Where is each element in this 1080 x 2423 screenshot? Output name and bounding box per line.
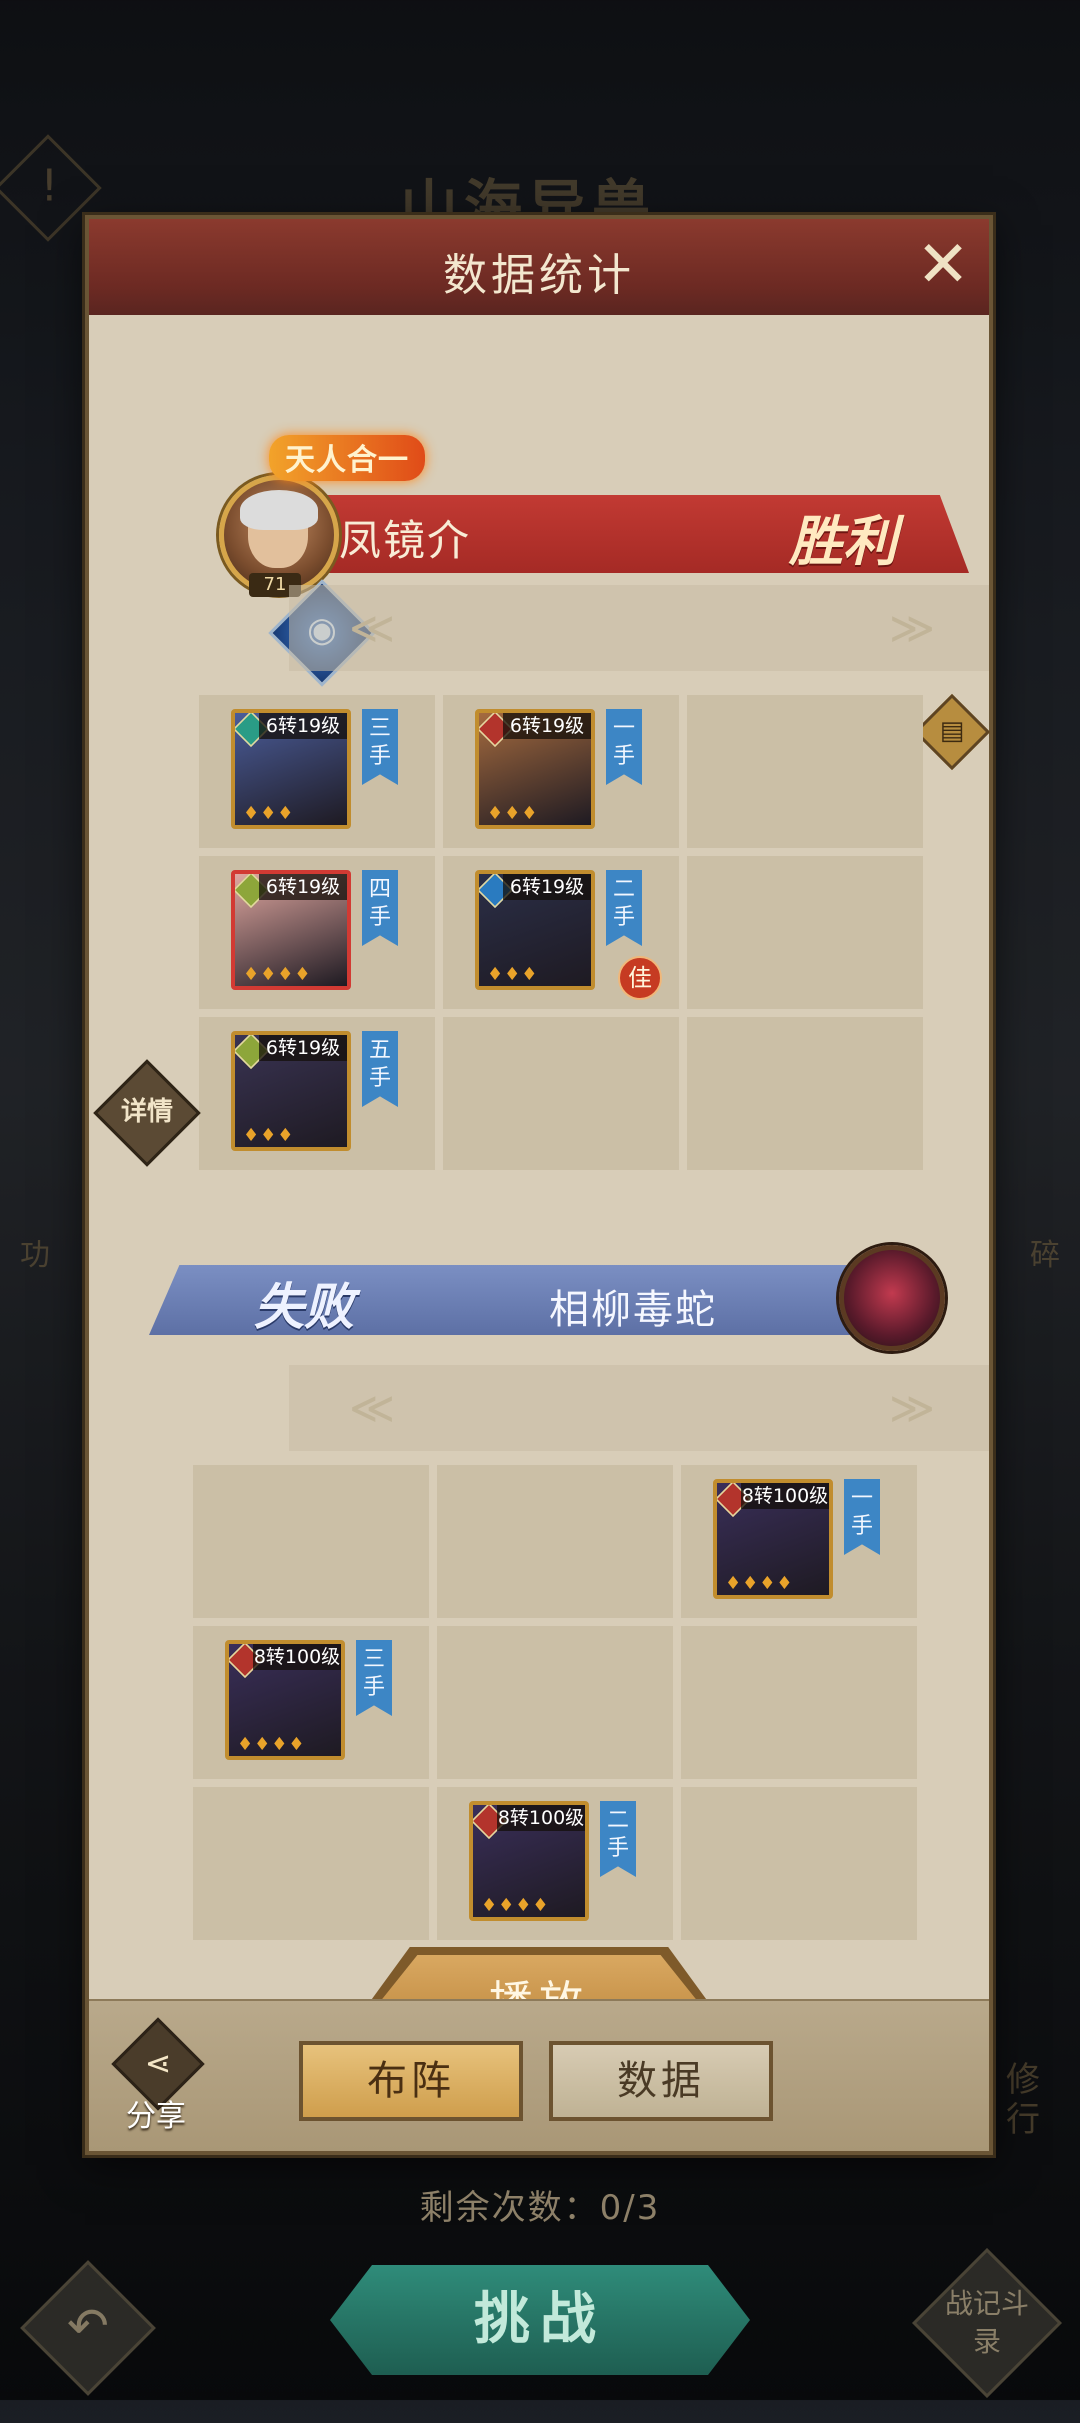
loser-unit-card[interactable]: 8转100级 ♦♦♦♦ xyxy=(225,1640,345,1760)
modal-body: 71 天人合一 凤镜介 胜利 ◉ ≪≫ ▤ 6转19级♦♦♦三手6转19级♦♦♦… xyxy=(89,315,991,2059)
winner-name: 凤镜介 xyxy=(339,516,472,565)
loser-name: 相柳毒蛇 xyxy=(549,1287,717,1333)
loser-slot-5[interactable] xyxy=(437,1626,673,1779)
turn-order-tag: 一手 xyxy=(844,1479,880,1555)
loser-slot-7[interactable] xyxy=(193,1787,429,1940)
loser-slot-2[interactable] xyxy=(437,1465,673,1618)
unit-level: 8转100级 xyxy=(741,1483,829,1509)
turn-order-tag: 二手 xyxy=(606,870,642,946)
turn-order-tag: 三手 xyxy=(356,1640,392,1716)
star-icons: ♦♦♦ xyxy=(487,964,539,985)
turn-order-tag: 三手 xyxy=(362,709,398,785)
winner-slot-8[interactable] xyxy=(443,1017,679,1170)
star-icons: ♦♦♦♦ xyxy=(243,964,312,985)
detail-button[interactable]: 详情 xyxy=(93,1059,201,1167)
close-icon[interactable]: ✕ xyxy=(911,233,975,297)
formation-button[interactable]: 布阵 xyxy=(299,2041,523,2121)
winner-unit-card[interactable]: 6转19级 ♦♦♦ xyxy=(475,870,595,990)
unit-level: 6转19级 xyxy=(503,874,591,900)
winner-slot-6[interactable] xyxy=(687,856,923,1009)
document-icon[interactable]: ▤ xyxy=(913,693,991,771)
modal-header: 数据统计 ✕ xyxy=(89,219,989,318)
loser-slot-1[interactable] xyxy=(193,1465,429,1618)
star-icons: ♦♦♦♦ xyxy=(481,1895,550,1916)
star-icons: ♦♦♦ xyxy=(243,803,295,824)
title-badge: 天人合一 xyxy=(269,435,425,481)
star-icons: ♦♦♦ xyxy=(243,1125,295,1146)
loser-slot-3[interactable]: 8转100级 ♦♦♦♦ 一手 xyxy=(681,1465,917,1618)
winner-formation-grid: 6转19级 ♦♦♦ 三手 6转19级 ♦♦♦ 一手 6转19级 ♦♦♦♦ 四手 6转19级 ♦♦♦ 二… xyxy=(199,695,923,1170)
winner-slot-4[interactable]: 6转19级 ♦♦♦♦ 四手 xyxy=(199,856,435,1009)
winner-slot-3[interactable] xyxy=(687,695,923,848)
winner-slot-1[interactable]: 6转19级 ♦♦♦ 三手 xyxy=(199,695,435,848)
unit-level: 8转100级 xyxy=(497,1805,585,1831)
remaining-attempts: 剩余次数：0/3 xyxy=(419,2188,661,2228)
loser-formation-grid: 8转100级 ♦♦♦♦ 一手 8转100级 ♦♦♦♦ 三手 8转100级 ♦♦♦♦ 二手 xyxy=(193,1465,917,1940)
best-performance-badge: 佳 xyxy=(618,956,662,1000)
loser-unit-card[interactable]: 8转100级 ♦♦♦♦ xyxy=(713,1479,833,1599)
loser-slot-8[interactable]: 8转100级 ♦♦♦♦ 二手 xyxy=(437,1787,673,1940)
avatar-hair xyxy=(240,490,318,530)
turn-order-tag: 二手 xyxy=(600,1801,636,1877)
loser-deco-band: ≪ ≫ xyxy=(289,1365,989,1451)
winner-unit-card[interactable]: 6转19级 ♦♦♦ xyxy=(231,1031,351,1151)
winner-deco-band: ≪ ≫ xyxy=(289,585,989,671)
star-icons: ♦♦♦♦ xyxy=(237,1734,306,1755)
unit-level: 6转19级 xyxy=(259,1035,347,1061)
winner-slot-2[interactable]: 6转19级 ♦♦♦ 一手 xyxy=(443,695,679,848)
background-side-right-bottom[interactable]: 修行 xyxy=(1006,2060,1066,2140)
background-side-left: 功 xyxy=(20,1238,50,1273)
winner-unit-card[interactable]: 6转19级 ♦♦♦ xyxy=(231,709,351,829)
turn-order-tag: 一手 xyxy=(606,709,642,785)
unit-level: 8转100级 xyxy=(253,1644,341,1670)
loser-slot-9[interactable] xyxy=(681,1787,917,1940)
loser-result: 失败 xyxy=(254,1278,354,1336)
modal-title: 数据统计 xyxy=(443,250,635,301)
winner-unit-card[interactable]: 6转19级 ♦♦♦ xyxy=(475,709,595,829)
winner-slot-9[interactable] xyxy=(687,1017,923,1170)
turn-order-tag: 五手 xyxy=(362,1031,398,1107)
share-button[interactable]: ⋖ 分享 xyxy=(111,2017,205,2141)
loser-unit-card[interactable]: 8转100级 ♦♦♦♦ xyxy=(469,1801,589,1921)
loser-slot-4[interactable]: 8转100级 ♦♦♦♦ 三手 xyxy=(193,1626,429,1779)
loser-slot-6[interactable] xyxy=(681,1626,917,1779)
data-statistics-modal: 数据统计 ✕ 71 天人合一 凤镜介 胜利 ◉ ≪≫ ▤ 6转19级♦♦♦三手6… xyxy=(85,215,993,2155)
unit-level: 6转19级 xyxy=(259,874,347,900)
winner-unit-card[interactable]: 6转19级 ♦♦♦♦ xyxy=(231,870,351,990)
background-side-right: 碎 xyxy=(1030,1238,1060,1273)
star-icons: ♦♦♦♦ xyxy=(725,1573,794,1594)
winner-slot-7[interactable]: 6转19级 ♦♦♦ 五手 xyxy=(199,1017,435,1170)
turn-order-tag: 四手 xyxy=(362,870,398,946)
modal-footer: ⋖ 分享 布阵 数据 xyxy=(89,1999,989,2151)
winner-slot-5[interactable]: 6转19级 ♦♦♦ 二手佳 xyxy=(443,856,679,1009)
star-icons: ♦♦♦ xyxy=(487,803,539,824)
data-button[interactable]: 数据 xyxy=(549,2041,773,2121)
share-label: 分享 xyxy=(126,2099,186,2134)
challenge-button[interactable]: 挑战 xyxy=(330,2265,750,2375)
winner-result: 胜利 xyxy=(789,510,897,573)
unit-level: 6转19级 xyxy=(503,713,591,739)
loser-avatar[interactable] xyxy=(839,1245,945,1351)
unit-level: 6转19级 xyxy=(259,713,347,739)
